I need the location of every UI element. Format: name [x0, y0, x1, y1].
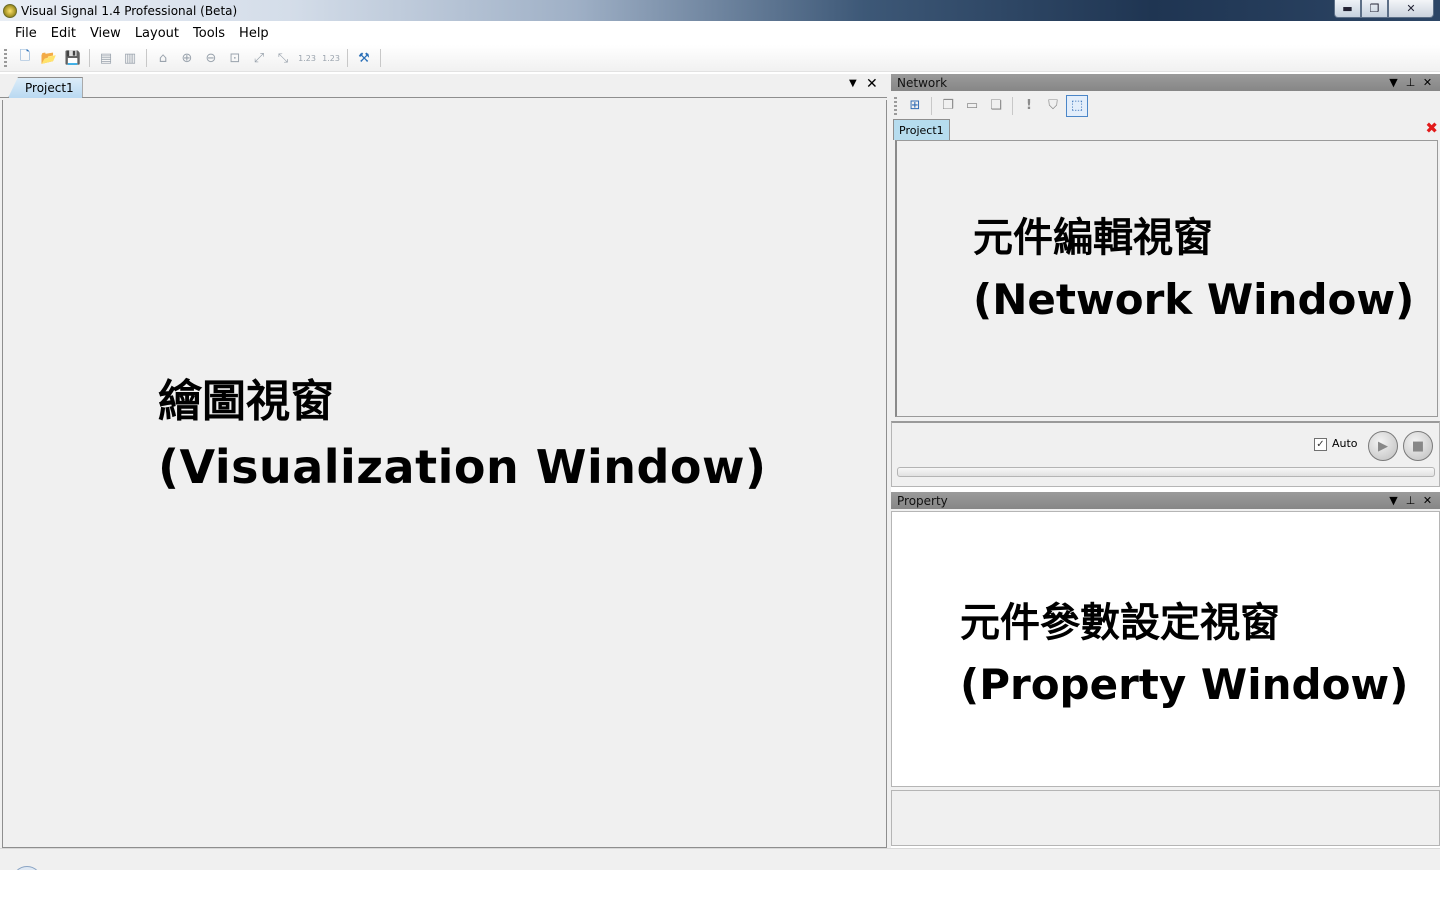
toolbar-separator — [1012, 96, 1013, 115]
add-block-icon[interactable]: ⊞ — [904, 95, 926, 117]
toolbar-separator — [347, 49, 348, 67]
app-logo-icon — [3, 3, 17, 18]
property-grid[interactable]: 元件參數設定視窗 (Property Window) — [891, 511, 1440, 787]
warning-icon[interactable]: ! — [1018, 95, 1040, 117]
menu-bar: File Edit View Layout Tools Help — [0, 22, 1440, 44]
network-header-buttons: ▼ ⊥ ✕ — [1385, 74, 1436, 91]
tools-icon[interactable]: ⚒ — [354, 48, 374, 68]
close-icon[interactable]: ✕ — [866, 76, 878, 92]
window-controls: ▬ ❐ ✕ — [1334, 0, 1434, 18]
block-paste-icon[interactable]: ❏ — [985, 95, 1007, 117]
visualization-heading-zh: 繪圖視窗 — [158, 376, 334, 427]
toolbar-separator — [146, 49, 147, 67]
zoom-y-icon[interactable]: ⤡ — [273, 48, 293, 68]
tab-project1[interactable]: Project1 — [8, 77, 83, 98]
play-button[interactable]: ▶ — [1368, 431, 1398, 461]
property-panel-header: Property ▼ ⊥ ✕ — [891, 492, 1440, 509]
toolbar-separator — [380, 49, 381, 67]
auto-label: Auto — [1332, 437, 1358, 450]
close-button[interactable]: ✕ — [1388, 0, 1434, 18]
minimize-button[interactable]: ▬ — [1334, 0, 1361, 18]
menu-help[interactable]: Help — [232, 26, 276, 41]
zoom-x-icon[interactable]: ⤢ — [249, 48, 269, 68]
new-file-icon[interactable]: 🗋 — [15, 48, 35, 68]
open-folder-icon[interactable]: 📂 — [39, 48, 59, 68]
toolbar-separator — [931, 96, 932, 115]
network-panel-header: Network ▼ ⊥ ✕ — [891, 74, 1440, 91]
zoom-in-icon[interactable]: ⊕ — [177, 48, 197, 68]
auto-checkbox[interactable]: ✓ — [1314, 438, 1327, 451]
save-icon[interactable]: 💾 — [63, 48, 83, 68]
network-panel-title: Network — [897, 75, 948, 90]
network-heading-zh: 元件編輯視窗 — [973, 215, 1213, 261]
property-heading-en: (Property Window) — [960, 660, 1409, 709]
property-header-buttons: ▼ ⊥ ✕ — [1385, 492, 1436, 509]
copy-block-icon[interactable]: ❐ — [937, 95, 959, 117]
property-panel: Property ▼ ⊥ ✕ 元件參數設定視窗 (Property Window… — [891, 492, 1440, 846]
toolbar-separator — [89, 49, 90, 67]
zoom-out-icon[interactable]: ⊖ — [201, 48, 221, 68]
layout-a-icon[interactable]: ▤ — [96, 48, 116, 68]
zoom-fit-icon[interactable]: ⊡ — [225, 48, 245, 68]
maximize-button[interactable]: ❐ — [1361, 0, 1388, 18]
menu-file[interactable]: File — [8, 26, 44, 41]
stop-button[interactable]: ■ — [1403, 431, 1433, 461]
pin-icon[interactable]: ⊥ — [1402, 76, 1419, 89]
network-canvas[interactable]: 元件編輯視窗 (Network Window) — [895, 140, 1438, 417]
title-bar: Visual Signal 1.4 Professional (Beta) ▬ … — [0, 0, 1440, 21]
property-panel-title: Property — [897, 493, 948, 508]
status-bar — [0, 848, 1440, 896]
visualization-heading-en: (Visualization Window) — [158, 440, 767, 494]
menu-tools[interactable]: Tools — [186, 26, 232, 41]
network-panel: Network ▼ ⊥ ✕ ⊞ ❐ ▭ ❏ ! ⛉ ⬚ Project1 ✖ 元… — [891, 74, 1440, 487]
network-toolbar: ⊞ ❐ ▭ ❏ ! ⛉ ⬚ — [891, 92, 1440, 119]
tab-project1[interactable]: Project1 — [893, 119, 950, 140]
axis-x-icon[interactable]: 1.23 — [297, 48, 317, 68]
chevron-down-icon[interactable]: ▼ — [1385, 494, 1402, 507]
block-save-icon[interactable]: ▭ — [961, 95, 983, 117]
window-title: Visual Signal 1.4 Professional (Beta) — [21, 3, 238, 18]
selection-icon[interactable]: ⬚ — [1066, 94, 1088, 117]
menu-layout[interactable]: Layout — [128, 26, 186, 41]
pin-icon[interactable]: ⊥ — [1402, 494, 1419, 507]
chevron-down-icon[interactable]: ▼ — [849, 78, 857, 89]
close-icon[interactable]: ✕ — [1419, 494, 1436, 507]
close-icon[interactable]: ✕ — [1419, 76, 1436, 89]
visualization-panel: Project1 ▼ ✕ 繪圖視窗 (Visualization Window) — [0, 74, 887, 848]
visualization-canvas[interactable]: 繪圖視窗 (Visualization Window) — [2, 100, 887, 848]
toolbar-grip[interactable] — [894, 96, 897, 115]
network-tabstrip: Project1 ✖ — [891, 119, 1440, 141]
network-control-bar: ✓ Auto ▶ ■ — [891, 421, 1440, 487]
taskbar-area — [0, 870, 1440, 900]
home-icon[interactable]: ⌂ — [153, 48, 173, 68]
menu-edit[interactable]: Edit — [44, 26, 83, 41]
chevron-down-icon[interactable]: ▼ — [1385, 76, 1402, 89]
toolbar-grip[interactable] — [4, 49, 7, 67]
visualization-tabstrip: Project1 ▼ ✕ — [0, 74, 887, 98]
network-heading-en: (Network Window) — [973, 275, 1415, 324]
layout-b-icon[interactable]: ▥ — [120, 48, 140, 68]
property-description-area — [891, 790, 1440, 846]
menu-view[interactable]: View — [83, 26, 128, 41]
main-toolbar: 🗋 📂 💾 ▤ ▥ ⌂ ⊕ ⊖ ⊡ ⤢ ⤡ 1.23 1.23 ⚒ — [0, 45, 1440, 72]
close-icon[interactable]: ✖ — [1425, 119, 1438, 137]
axis-y-icon[interactable]: 1.23 — [321, 48, 341, 68]
progress-bar — [897, 467, 1435, 477]
property-heading-zh: 元件參數設定視窗 — [960, 600, 1280, 646]
tag-icon[interactable]: ⛉ — [1042, 95, 1064, 117]
